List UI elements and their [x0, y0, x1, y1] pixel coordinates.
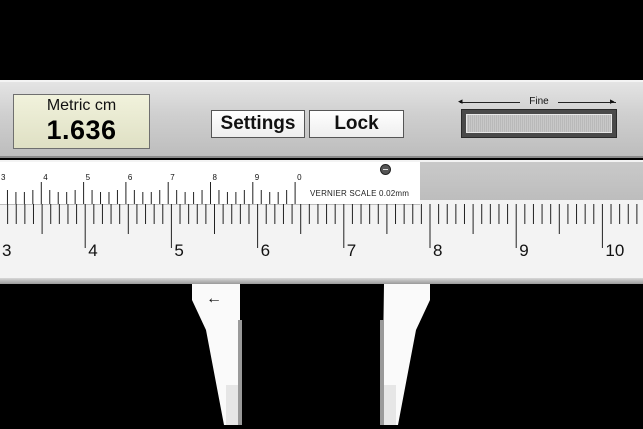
jaw-tip-right — [384, 385, 396, 425]
jaws-svg — [192, 284, 430, 425]
sliding-jaw-edge — [238, 320, 242, 425]
arrow-left-icon: ← — [206, 290, 222, 307]
fixed-jaw-edge — [380, 320, 384, 425]
jaw-tip-left — [226, 385, 238, 425]
